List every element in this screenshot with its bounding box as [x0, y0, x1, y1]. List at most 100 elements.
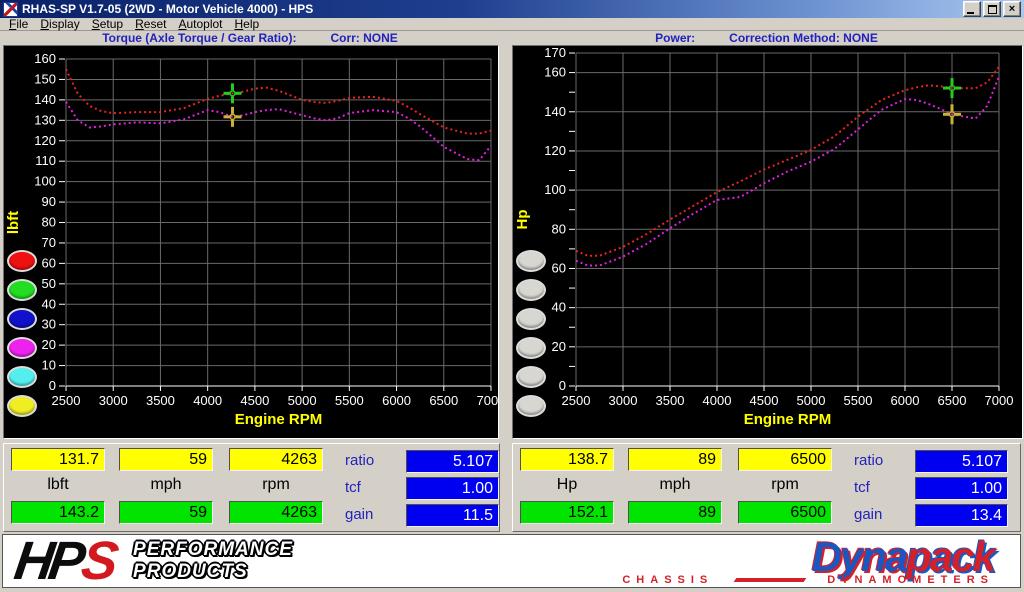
menu-bar: File Display Setup Reset Autoplot Help	[0, 18, 1024, 31]
run-select-button-5[interactable]	[516, 366, 546, 388]
close-icon: ×	[1009, 4, 1015, 15]
speed-yellow-cursor-value: 89	[628, 448, 722, 471]
power-chart-title: Power:	[655, 31, 695, 45]
svg-text:Engine RPM: Engine RPM	[744, 411, 832, 428]
svg-text:10: 10	[42, 358, 56, 373]
rpm-unit-label: rpm	[229, 476, 323, 494]
minimize-button[interactable]	[963, 1, 981, 17]
svg-text:100: 100	[34, 174, 56, 189]
menu-file[interactable]: File	[3, 17, 34, 31]
run-select-button-2[interactable]	[516, 279, 546, 301]
run-select-button-3[interactable]	[516, 308, 546, 330]
svg-text:lbft: lbft	[5, 211, 22, 234]
menu-reset[interactable]: Reset	[129, 17, 172, 31]
svg-text:4500: 4500	[240, 393, 269, 408]
torque-chart[interactable]: 2500300035004000450050005500600065007000…	[4, 46, 498, 438]
tcf-value: 1.00	[406, 477, 499, 500]
run-select-button-1[interactable]	[7, 250, 37, 272]
hps-products-text: PRODUCTS	[133, 561, 293, 583]
svg-text:5500: 5500	[335, 393, 364, 408]
ratio-label: ratio	[854, 452, 912, 469]
svg-text:2500: 2500	[52, 393, 81, 408]
gain-label: gain	[854, 506, 912, 523]
hps-performance-text: PERFORMANCE	[133, 539, 293, 561]
menu-setup[interactable]: Setup	[86, 17, 129, 31]
torque-chart-header: Torque (Axle Torque / Gear Ratio): Corr:…	[3, 31, 497, 45]
power-correction-label: Correction Method: NONE	[729, 31, 878, 45]
svg-text:120: 120	[544, 143, 566, 158]
run-select-buttons-left	[7, 250, 37, 417]
speed-green-cursor-value: 59	[119, 501, 213, 524]
svg-text:130: 130	[34, 112, 56, 127]
svg-text:4000: 4000	[193, 393, 222, 408]
ratio-value: 5.107	[915, 450, 1008, 473]
hps-logo-s: S	[79, 536, 117, 586]
power-yellow-cursor-value: 138.7	[520, 448, 614, 471]
speed-green-cursor-value: 89	[628, 501, 722, 524]
torque-correction-label: Corr: NONE	[330, 31, 397, 45]
power-chart-panel: 2500300035004000450050005500600065007000…	[512, 45, 1023, 439]
svg-text:6500: 6500	[429, 393, 458, 408]
run-select-button-3[interactable]	[7, 308, 37, 330]
svg-text:0: 0	[49, 378, 56, 393]
svg-text:5000: 5000	[797, 393, 826, 408]
speed-yellow-cursor-value: 59	[119, 448, 213, 471]
power-chart-header: Power: Correction Method: NONE	[512, 31, 1021, 45]
torque-chart-panel: 2500300035004000450050005500600065007000…	[3, 45, 499, 439]
menu-help[interactable]: Help	[229, 17, 266, 31]
power-chart[interactable]: 2500300035004000450050005500600065007000…	[513, 46, 1022, 438]
window-title: RHAS-SP V1.7-05 (2WD - Motor Vehicle 400…	[22, 2, 963, 16]
svg-text:4000: 4000	[703, 393, 732, 408]
svg-text:20: 20	[552, 339, 566, 354]
dynapack-logo-dyna: Dyna	[812, 533, 907, 580]
hps-logo-hp: HP	[11, 536, 83, 586]
svg-text:60: 60	[552, 260, 566, 275]
close-button[interactable]: ×	[1003, 1, 1021, 17]
svg-text:Engine RPM: Engine RPM	[235, 411, 323, 428]
restore-icon	[988, 5, 997, 14]
svg-text:40: 40	[552, 300, 566, 315]
run-select-button-4[interactable]	[516, 337, 546, 359]
svg-text:100: 100	[544, 182, 566, 197]
svg-text:140: 140	[34, 92, 56, 107]
torque-unit-label: lbft	[11, 476, 105, 494]
torque-yellow-cursor-value: 131.7	[11, 448, 105, 471]
title-bar: RHAS-SP V1.7-05 (2WD - Motor Vehicle 400…	[0, 0, 1024, 18]
svg-text:80: 80	[42, 215, 56, 230]
run-select-button-6[interactable]	[516, 395, 546, 417]
ratio-value: 5.107	[406, 450, 499, 473]
svg-text:70: 70	[42, 235, 56, 250]
dynapack-chassis-text: CHASSIS	[622, 574, 713, 586]
svg-text:160: 160	[544, 65, 566, 80]
run-select-button-2[interactable]	[7, 279, 37, 301]
dynapack-subtitle: CHASSIS DYNAMOMETERS	[622, 574, 994, 586]
svg-text:4500: 4500	[750, 393, 779, 408]
svg-text:160: 160	[34, 51, 56, 66]
svg-text:3500: 3500	[146, 393, 175, 408]
menu-display[interactable]: Display	[34, 17, 85, 31]
dynapack-dynamometers-text: DYNAMOMETERS	[827, 574, 994, 586]
torque-green-cursor-value: 143.2	[11, 501, 105, 524]
svg-text:Hp: Hp	[514, 210, 531, 230]
hps-logo-text: PERFORMANCE PRODUCTS	[133, 539, 293, 583]
menu-autoplot[interactable]: Autoplot	[172, 17, 228, 31]
rpm-unit-label: rpm	[738, 476, 832, 494]
app-icon	[3, 2, 18, 17]
dynapack-swoosh	[734, 578, 807, 582]
svg-text:170: 170	[544, 46, 566, 60]
rpm-yellow-cursor-value: 4263	[229, 448, 323, 471]
svg-text:7000: 7000	[985, 393, 1014, 408]
run-select-button-4[interactable]	[7, 337, 37, 359]
restore-button[interactable]	[983, 1, 1001, 17]
speed-unit-label: mph	[628, 476, 722, 494]
svg-text:6500: 6500	[938, 393, 967, 408]
speed-unit-label: mph	[119, 476, 213, 494]
run-select-button-6[interactable]	[7, 395, 37, 417]
power-unit-label: Hp	[520, 476, 614, 494]
svg-text:110: 110	[35, 153, 56, 168]
dynapack-logo: Dynapack CHASSIS DYNAMOMETERS	[622, 537, 994, 586]
run-select-button-1[interactable]	[516, 250, 546, 272]
svg-text:50: 50	[42, 276, 56, 291]
run-select-buttons-right	[516, 250, 546, 417]
run-select-button-5[interactable]	[7, 366, 37, 388]
